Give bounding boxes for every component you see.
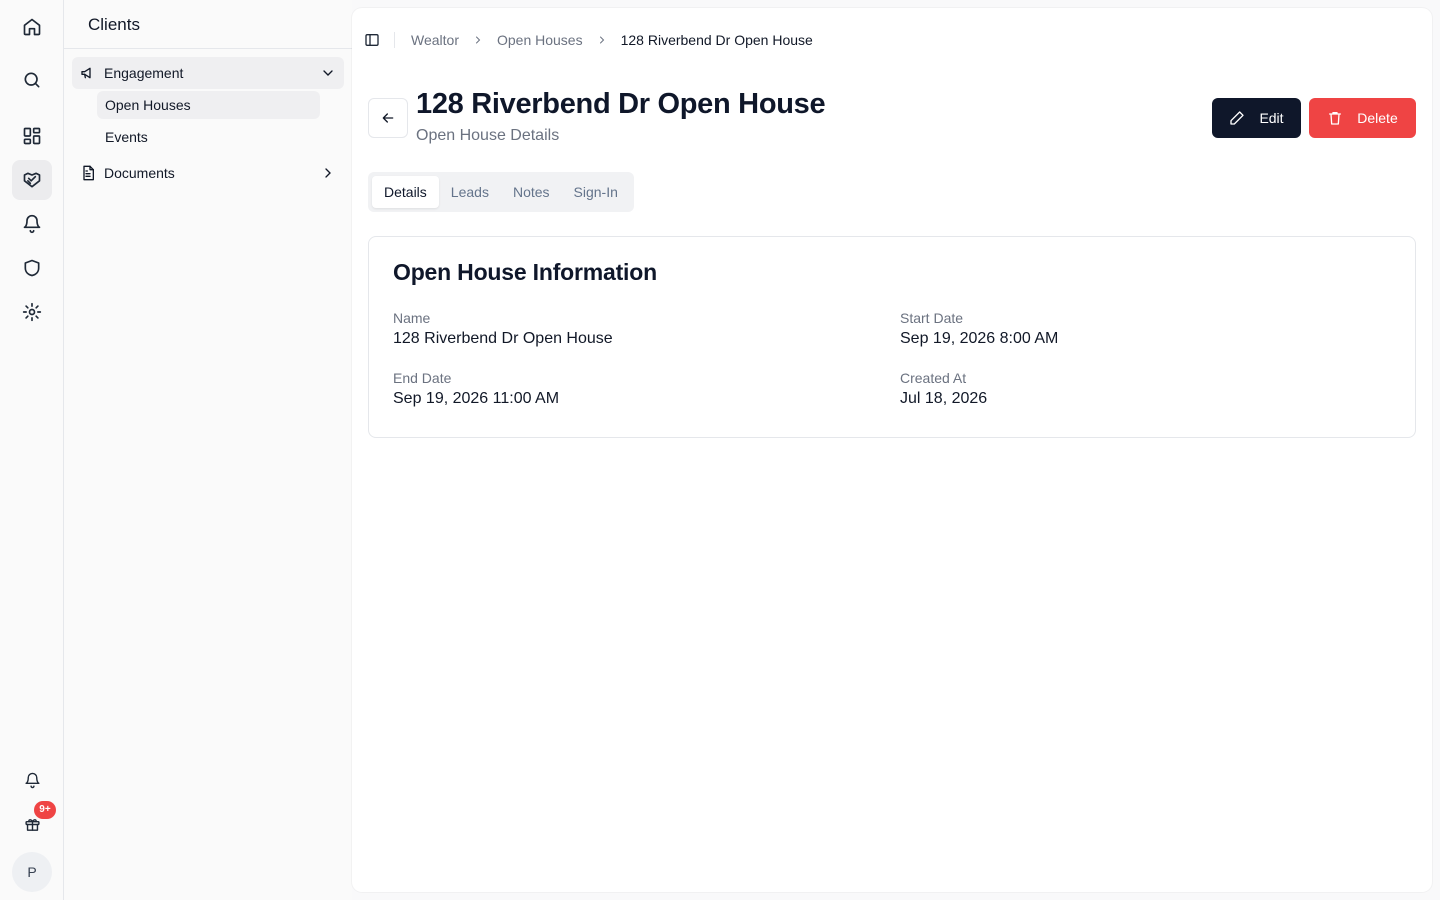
breadcrumb-current: 128 Riverbend Dr Open House [620, 32, 813, 48]
dashboard-icon [23, 127, 41, 145]
clients-sidebar: Clients Engagement Open Houses Events Do… [64, 0, 352, 900]
tab-details[interactable]: Details [372, 176, 439, 208]
breadcrumb-wealtor[interactable]: Wealtor [411, 32, 459, 48]
sidebar-item-events[interactable]: Events [97, 123, 320, 151]
divider [394, 32, 395, 48]
clients-button[interactable] [12, 160, 52, 200]
delete-label: Delete [1357, 110, 1398, 126]
field-created-at: Created At Jul 18, 2026 [900, 370, 987, 408]
gift-badge: 9+ [34, 801, 56, 819]
chevron-right-icon [325, 168, 331, 178]
tab-leads[interactable]: Leads [439, 176, 501, 208]
field-label: End Date [393, 370, 452, 386]
field-value: 128 Riverbend Dr Open House [393, 330, 613, 347]
megaphone-icon [81, 67, 91, 79]
field-label: Created At [900, 370, 967, 386]
sidebar-item-label: Engagement [104, 65, 184, 81]
chevron-right-icon [596, 34, 608, 46]
trash-icon [1329, 112, 1342, 125]
pencil-icon [1230, 111, 1245, 125]
dashboard-button[interactable] [12, 116, 52, 156]
card-title: Open House Information [393, 259, 657, 285]
sidebar-title: Clients [64, 0, 352, 49]
tab-notes[interactable]: Notes [501, 176, 562, 208]
field-name: Name 128 Riverbend Dr Open House [393, 310, 613, 348]
bell-icon [23, 214, 41, 234]
document-icon [83, 165, 94, 181]
search-button[interactable] [12, 60, 52, 100]
field-label: Start Date [900, 310, 964, 326]
page-title: 128 Riverbend Dr Open House [416, 88, 826, 120]
arrow-left-icon [382, 113, 394, 123]
settings-button[interactable] [12, 292, 52, 332]
delete-button[interactable]: Delete [1309, 98, 1416, 138]
chevron-right-icon [472, 34, 484, 46]
topbar: Wealtor Open Houses 128 Riverbend Dr Ope… [352, 8, 1432, 72]
home-button[interactable] [12, 7, 52, 47]
tab-sign-in[interactable]: Sign-In [562, 176, 630, 208]
icon-rail: 9+ P [0, 0, 64, 900]
tab-list: Details Leads Notes Sign-In [368, 172, 634, 212]
notifications-button[interactable] [12, 760, 52, 800]
gear-icon [22, 302, 42, 322]
back-button[interactable] [368, 98, 408, 138]
field-label: Name [393, 310, 431, 326]
sidebar-item-engagement[interactable]: Engagement [72, 57, 344, 89]
alerts-button[interactable] [12, 204, 52, 244]
breadcrumb: Wealtor Open Houses 128 Riverbend Dr Ope… [411, 32, 813, 48]
search-icon [24, 72, 40, 88]
field-start-date: Start Date Sep 19, 2026 8:00 AM [900, 310, 1058, 348]
shield-icon [24, 259, 40, 277]
gift-icon [24, 818, 40, 831]
open-house-info-card: Open House Information Name 128 Riverben… [368, 236, 1416, 438]
chevron-down-icon [323, 70, 333, 76]
field-value: Sep 19, 2026 11:00 AM [393, 390, 560, 407]
avatar[interactable]: P [12, 852, 52, 892]
page-subtitle: Open House Details [416, 127, 560, 144]
security-button[interactable] [12, 248, 52, 288]
main-panel: Wealtor Open Houses 128 Riverbend Dr Ope… [352, 8, 1432, 892]
edit-label: Edit [1259, 110, 1284, 126]
sidebar-item-label: Documents [104, 165, 175, 181]
field-end-date: End Date Sep 19, 2026 11:00 AM [393, 370, 559, 408]
breadcrumb-open-houses[interactable]: Open Houses [497, 32, 583, 48]
bell-icon [24, 772, 40, 788]
edit-button[interactable]: Edit [1212, 98, 1301, 138]
sidebar-toggle-icon [365, 34, 379, 46]
sidebar-item-open-houses[interactable]: Open Houses [97, 91, 320, 119]
field-value: Sep 19, 2026 8:00 AM [900, 330, 1059, 347]
sidebar-toggle-button[interactable] [358, 26, 386, 54]
sidebar-item-documents[interactable]: Documents [72, 157, 344, 189]
handshake-icon [23, 172, 41, 188]
home-icon [23, 18, 41, 36]
field-value: Jul 18, 2026 [900, 390, 988, 407]
